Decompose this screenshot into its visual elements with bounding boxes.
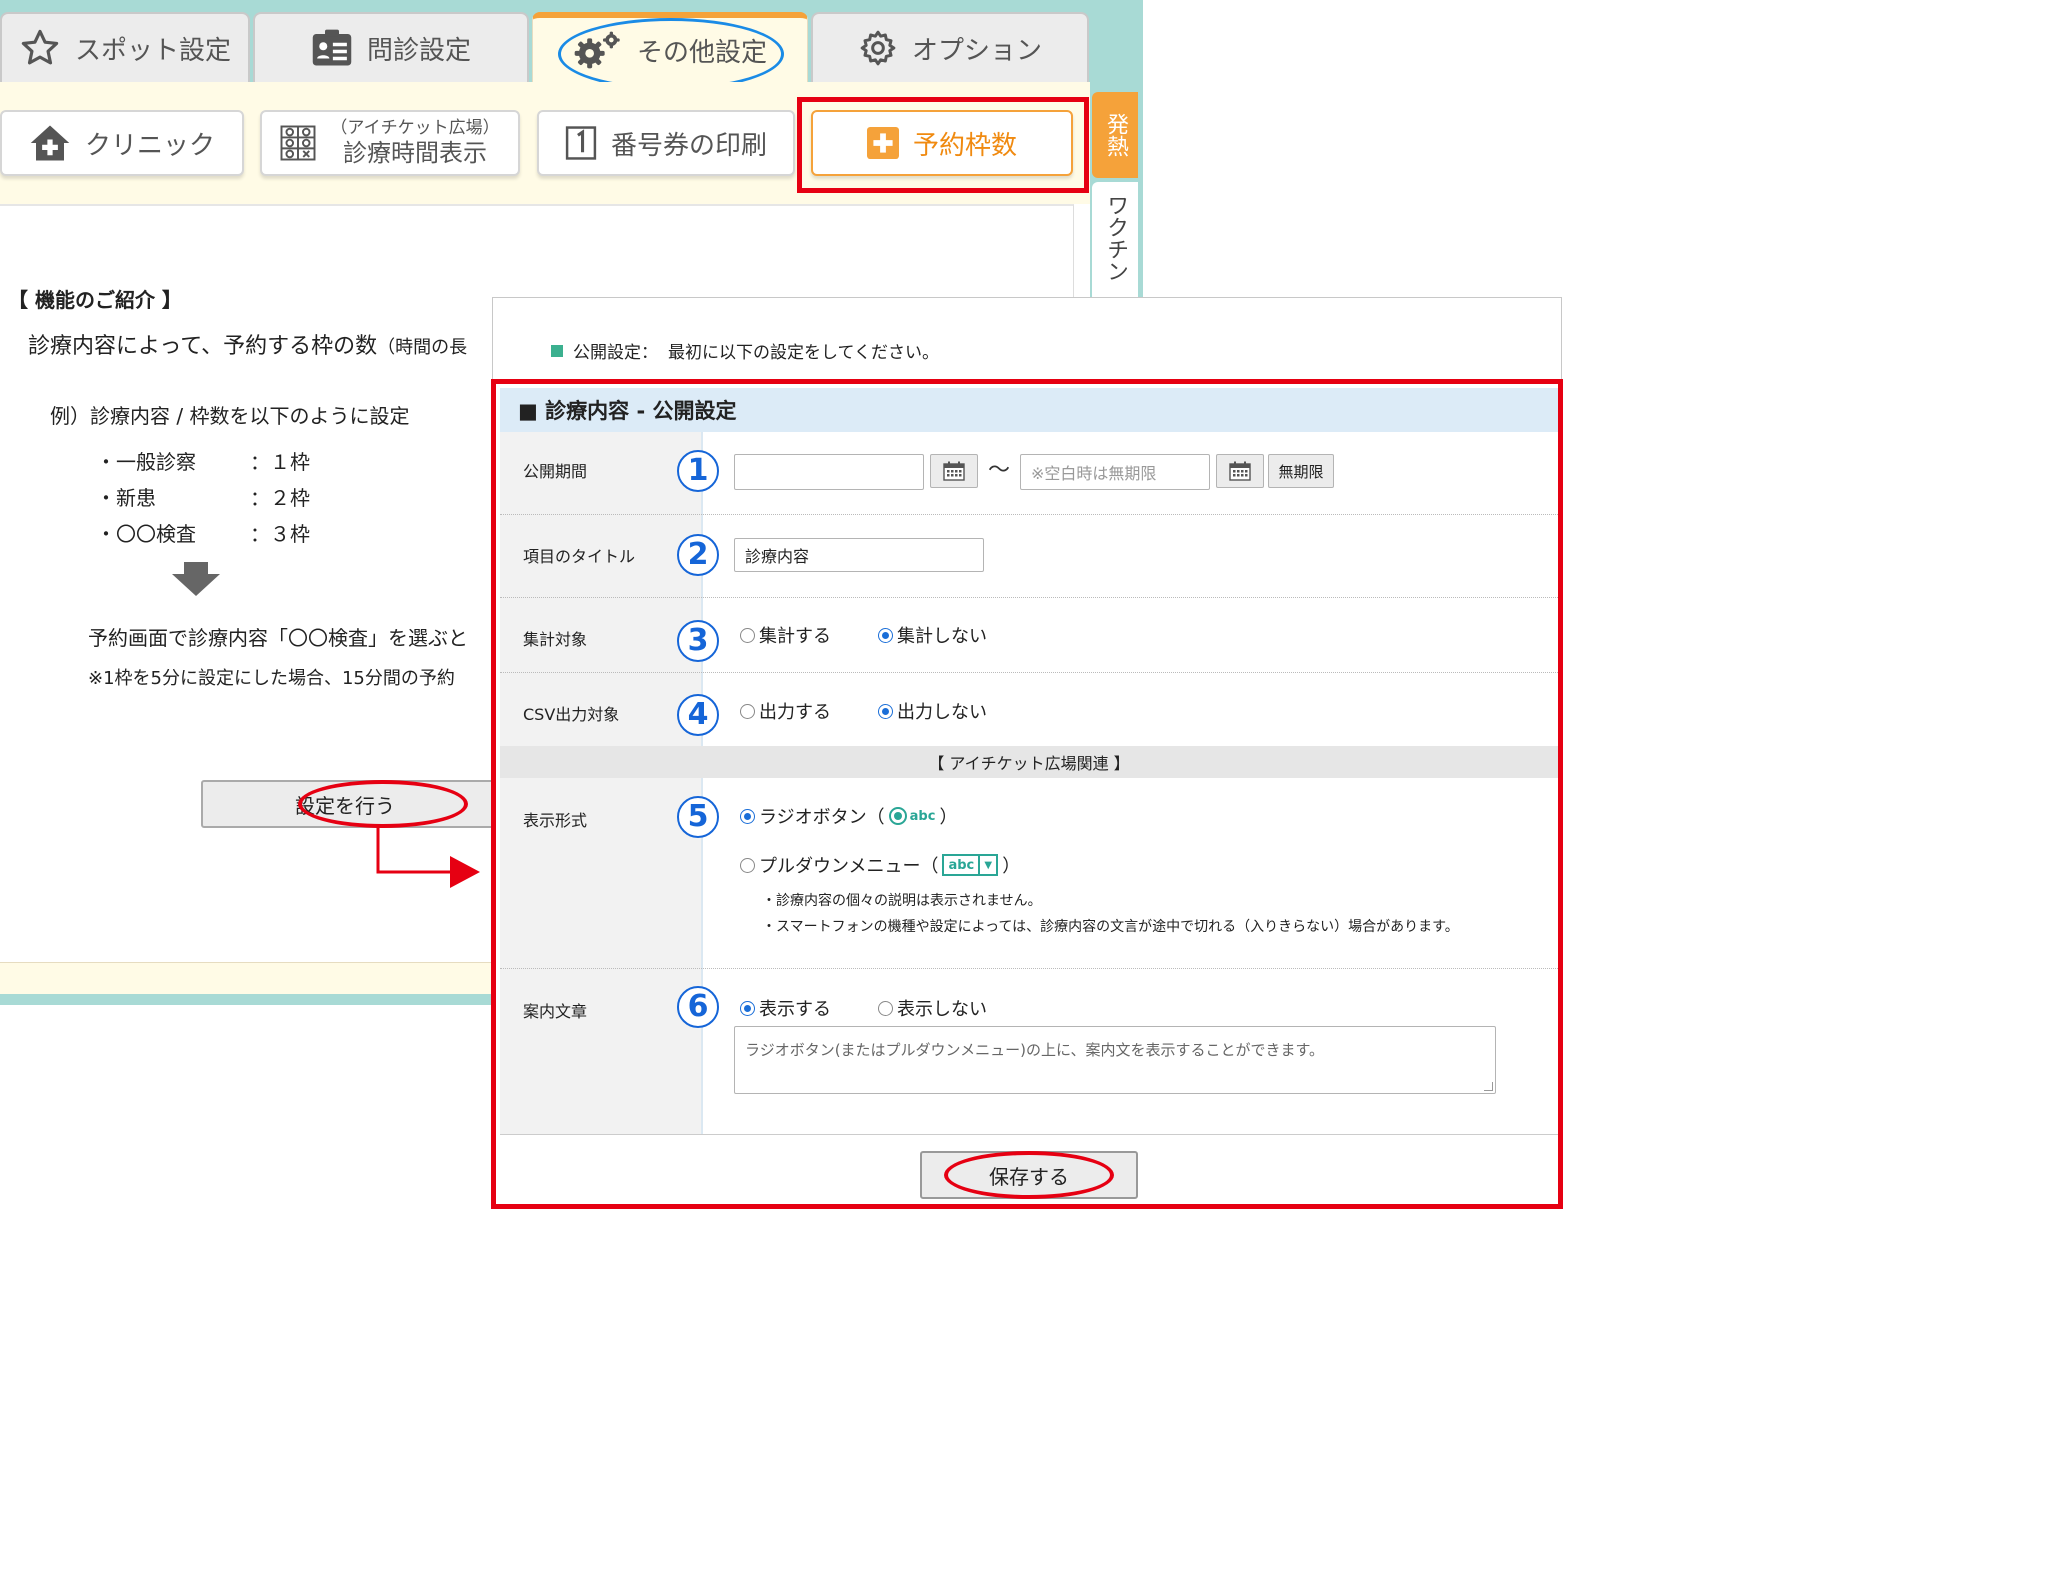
tab-options[interactable]: オプション — [811, 12, 1089, 82]
intro-description-paren: （時間の長 — [377, 337, 468, 358]
side-tab-label: ワクチン — [1103, 194, 1128, 282]
intro-title: 【 機能のご紹介 】 — [8, 288, 182, 312]
example-row: ・〇〇検査 ：３枠 — [96, 518, 310, 547]
setup-highlight-oval — [298, 780, 468, 828]
subtab-print-ticket[interactable]: 番号券の印刷 — [537, 110, 795, 176]
tab-spot-settings[interactable]: スポット設定 — [0, 12, 250, 82]
notice-square-icon — [551, 344, 563, 357]
example-item: ・一般診察 — [96, 450, 196, 474]
subtab-label: 番号券の印刷 — [610, 130, 767, 161]
down-arrow-icon — [172, 562, 220, 596]
example-row: ・一般診察 ：１枠 — [96, 446, 310, 475]
tab-interview-settings[interactable]: 問診設定 — [253, 12, 529, 82]
house-plus-icon — [30, 125, 70, 161]
subtab-label: クリニック — [84, 130, 215, 161]
result-text: 予約画面で診療内容「〇〇検査」を選ぶと — [88, 626, 468, 650]
number-one-icon — [565, 126, 597, 160]
side-tab-label: 発熱 — [1103, 113, 1128, 157]
example-item: ・〇〇検査 — [96, 522, 196, 546]
star-icon — [21, 29, 59, 65]
example-row: ・新患 ：２枠 — [96, 482, 310, 511]
subtab-label: 診療時間表示 — [343, 139, 487, 167]
note-text: ※1枠を5分に設定にした場合、15分間の予約 — [88, 668, 455, 689]
form-highlight-box — [491, 379, 1563, 1209]
subtab-clinic[interactable]: クリニック — [0, 110, 244, 176]
tab-label: オプション — [911, 35, 1042, 66]
reservation-slots-highlight-box — [797, 97, 1089, 193]
tab-label: スポット設定 — [74, 35, 231, 66]
subtab-clinic-hours[interactable]: （アイチケット広場） 診療時間表示 — [260, 110, 520, 176]
example-value: ：３枠 — [250, 522, 310, 546]
gear-icon — [860, 30, 896, 66]
example-value: ：２枠 — [250, 486, 310, 510]
side-tab-fever[interactable]: 発熱 — [1092, 92, 1138, 178]
example-item: ・新患 — [96, 486, 156, 510]
grid-icon — [280, 125, 316, 161]
clipboard-icon — [312, 29, 352, 66]
red-arrow-icon — [376, 826, 480, 888]
example-value: ：１枠 — [250, 450, 310, 474]
example-heading: 例）診療内容 / 枠数を以下のように設定 — [50, 404, 410, 428]
side-tab-vaccine[interactable]: ワクチン — [1092, 182, 1138, 302]
other-settings-highlight-oval — [558, 18, 784, 90]
intro-description-main: 診療内容によって、予約する枠の数 — [28, 334, 378, 359]
publish-notice: 公開設定： 最初に以下の設定をしてください。 — [551, 338, 939, 363]
intro-description: 診療内容によって、予約する枠の数（時間の長 — [28, 328, 467, 360]
main-tab-bar: スポット設定 問診設定 その他設定 オプション — [0, 12, 1090, 82]
notice-label: 公開設定： — [573, 343, 658, 363]
notice-text: 最初に以下の設定をしてください。 — [668, 343, 939, 363]
subtab-caption: （アイチケット広場） — [330, 118, 500, 138]
subtab-text-group: （アイチケット広場） 診療時間表示 — [330, 118, 499, 168]
tab-label: 問診設定 — [366, 35, 471, 66]
